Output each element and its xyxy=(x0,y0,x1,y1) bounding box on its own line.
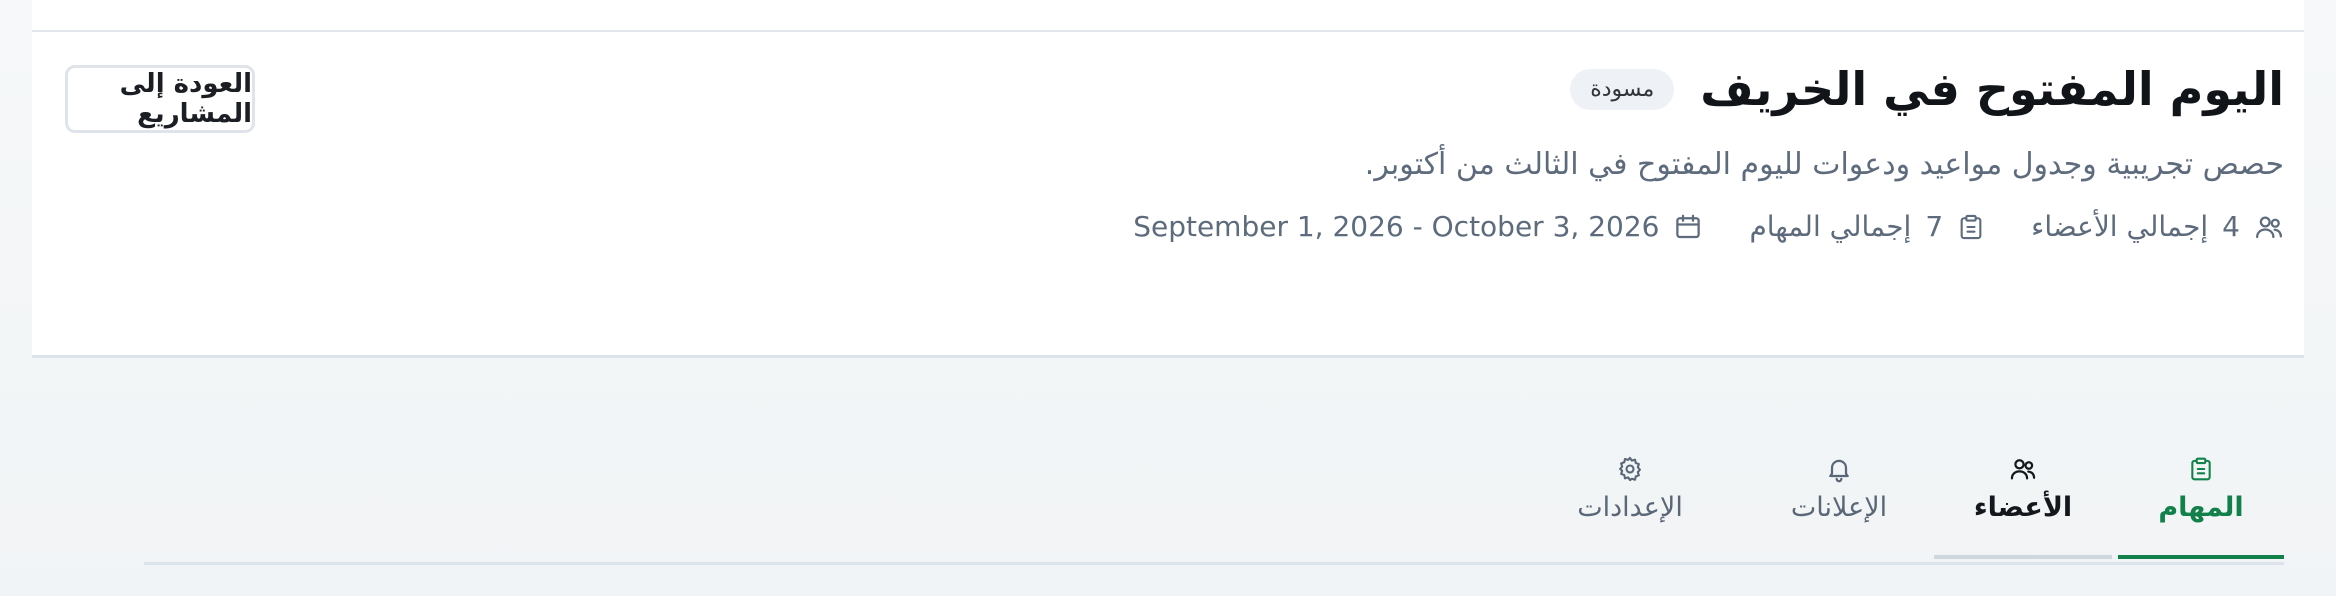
tab-label: الإعدادات xyxy=(1577,492,1683,523)
members-count: 4 xyxy=(2222,210,2240,243)
project-page: العودة إلى المشاريع اليوم المفتوح في الخ… xyxy=(0,0,2336,596)
clipboard-icon xyxy=(1957,212,1985,242)
tab-label: الأعضاء xyxy=(1973,492,2073,523)
tasks-label: إجمالي المهام xyxy=(1749,210,1912,243)
gear-icon xyxy=(1616,452,1644,486)
project-tabs: المهام الأعضاء الإعلانات الإعدادات xyxy=(144,448,2284,565)
tab-settings[interactable]: الإعدادات xyxy=(1550,448,1710,559)
title-row: اليوم المفتوح في الخريف مسودة xyxy=(1570,62,2284,116)
tab-members[interactable]: الأعضاء xyxy=(1934,448,2112,559)
meta-tasks: 7 إجمالي المهام xyxy=(1749,210,1985,243)
tasks-count: 7 xyxy=(1925,210,1944,243)
members-label: إجمالي الأعضاء xyxy=(2031,210,2209,243)
tab-tasks[interactable]: المهام xyxy=(2118,448,2284,559)
tab-announcements[interactable]: الإعلانات xyxy=(1750,448,1928,559)
tab-label: الإعلانات xyxy=(1790,492,1888,523)
meta-members: 4 إجمالي الأعضاء xyxy=(2031,210,2284,243)
bell-icon xyxy=(1825,452,1853,486)
calendar-icon xyxy=(1673,212,1703,242)
top-strip xyxy=(32,0,2304,32)
users-icon xyxy=(2009,452,2037,486)
project-meta: 4 إجمالي الأعضاء 7 إجمالي المهام Septemb… xyxy=(1133,210,2284,243)
status-badge: مسودة xyxy=(1570,68,1675,110)
project-description: حصص تجريبية وجدول مواعيد ودعوات لليوم ال… xyxy=(1364,147,2284,182)
users-icon xyxy=(2254,212,2284,242)
date-range: September 1, 2026 - October 3, 2026 xyxy=(1133,210,1660,243)
back-to-projects-button[interactable]: العودة إلى المشاريع xyxy=(65,65,255,133)
tab-label: المهام xyxy=(2158,492,2244,523)
clipboard-icon xyxy=(2188,452,2214,486)
meta-dates: September 1, 2026 - October 3, 2026 xyxy=(1133,210,1703,243)
page-title: اليوم المفتوح في الخريف xyxy=(1700,62,2284,116)
